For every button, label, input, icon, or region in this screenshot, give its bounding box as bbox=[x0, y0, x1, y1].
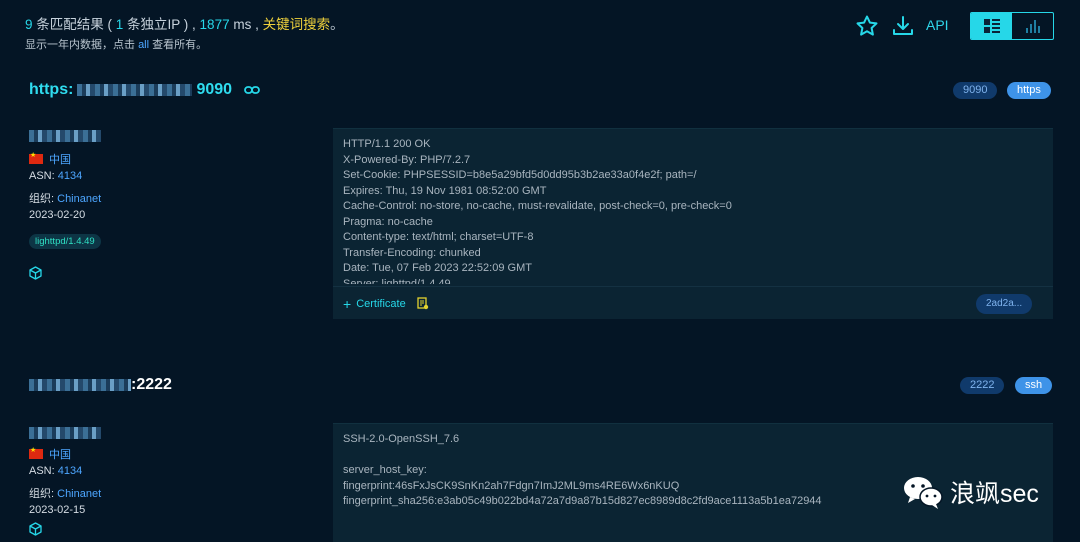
result-host-2: :2222 bbox=[29, 376, 172, 394]
country-link[interactable]: 中国 bbox=[49, 449, 71, 461]
watermark-text: 浪飒sec bbox=[950, 480, 1039, 508]
org-link[interactable]: Chinanet bbox=[57, 193, 101, 205]
summary-text: 条匹配结果 ( bbox=[32, 17, 116, 32]
watermark: 浪飒sec bbox=[902, 474, 1039, 510]
host-link[interactable]: https: bbox=[29, 81, 73, 99]
result-host-1: https: 9090 bbox=[29, 81, 260, 99]
redacted-hostname bbox=[29, 427, 101, 439]
asn-row: ASN: 4134 bbox=[29, 465, 82, 477]
view-toggle bbox=[970, 12, 1054, 40]
result-summary: 9 条匹配结果 ( 1 条独立IP ) , 1877 ms , 关键词搜索。 bbox=[25, 13, 344, 33]
certificate-toggle[interactable]: + Certificate bbox=[343, 295, 429, 312]
redacted-hostname bbox=[29, 130, 101, 142]
china-flag-icon bbox=[29, 151, 43, 164]
query-time: 1877 bbox=[199, 17, 230, 32]
summary-text: 条独立IP ) , bbox=[123, 17, 200, 32]
asn-row: ASN: 4134 bbox=[29, 170, 82, 182]
summary-text: 。 bbox=[330, 17, 344, 32]
date: 2023-02-15 bbox=[29, 504, 86, 516]
list-view-button[interactable] bbox=[971, 13, 1012, 39]
banner-footer: + Certificate 2ad2a... bbox=[333, 286, 1053, 320]
cube-icon[interactable] bbox=[29, 266, 42, 280]
banner-panel: HTTP/1.1 200 OK X-Powered-By: PHP/7.2.7 … bbox=[333, 128, 1053, 319]
cube-icon[interactable] bbox=[29, 522, 42, 536]
summary-text: ms , bbox=[229, 17, 263, 32]
all-link[interactable]: all bbox=[138, 39, 149, 51]
country-link[interactable]: 中国 bbox=[49, 154, 71, 166]
note-text: 显示一年内数据，点击 bbox=[25, 39, 139, 51]
date: 2023-02-20 bbox=[29, 209, 86, 221]
country-row: 中国 bbox=[29, 151, 71, 167]
chart-view-button[interactable] bbox=[1012, 13, 1053, 39]
port-badge[interactable]: 9090 bbox=[953, 82, 998, 99]
host-port-link[interactable]: 9090 bbox=[196, 81, 232, 99]
org-label: 组织: bbox=[29, 193, 58, 205]
wechat-icon bbox=[904, 477, 943, 509]
time-range-note: 显示一年内数据，点击 all 查看所有。 bbox=[25, 36, 207, 52]
protocol-badge[interactable]: ssh bbox=[1015, 377, 1053, 394]
banner-text: HTTP/1.1 200 OK X-Powered-By: PHP/7.2.7 … bbox=[343, 138, 732, 284]
china-flag-icon bbox=[29, 446, 43, 459]
chart-view-icon bbox=[1025, 20, 1040, 33]
note-text: 查看所有。 bbox=[149, 39, 208, 51]
hash-badge[interactable]: 2ad2a... bbox=[976, 294, 1033, 314]
asn-label: ASN: bbox=[29, 465, 58, 477]
protocol-badge[interactable]: https bbox=[1007, 82, 1051, 99]
port-badge[interactable]: 2222 bbox=[960, 377, 1005, 394]
api-link[interactable]: API bbox=[926, 17, 949, 33]
star-icon[interactable] bbox=[855, 14, 879, 38]
redacted-ip bbox=[29, 379, 131, 391]
asn-link[interactable]: 4134 bbox=[58, 465, 82, 477]
asn-link[interactable]: 4134 bbox=[58, 170, 82, 182]
document-icon[interactable] bbox=[417, 297, 429, 310]
product-tag[interactable]: lighttpd/1.4.49 bbox=[29, 234, 101, 249]
host-port[interactable]: :2222 bbox=[131, 376, 172, 394]
plus-icon: + bbox=[343, 295, 352, 312]
asn-label: ASN: bbox=[29, 170, 58, 182]
result-count: 9 bbox=[25, 17, 33, 32]
org-label: 组织: bbox=[29, 488, 58, 500]
org-row: 组织: Chinanet bbox=[29, 190, 101, 206]
org-link[interactable]: Chinanet bbox=[57, 488, 101, 500]
link-icon[interactable] bbox=[244, 85, 260, 95]
redacted-ip bbox=[77, 84, 193, 96]
country-row: 中国 bbox=[29, 446, 71, 462]
list-view-icon bbox=[983, 19, 1000, 33]
certificate-label: Certificate bbox=[356, 297, 406, 310]
download-icon[interactable] bbox=[891, 14, 915, 38]
org-row: 组织: Chinanet bbox=[29, 485, 101, 501]
keyword-search-link[interactable]: 关键词搜索 bbox=[263, 17, 331, 32]
